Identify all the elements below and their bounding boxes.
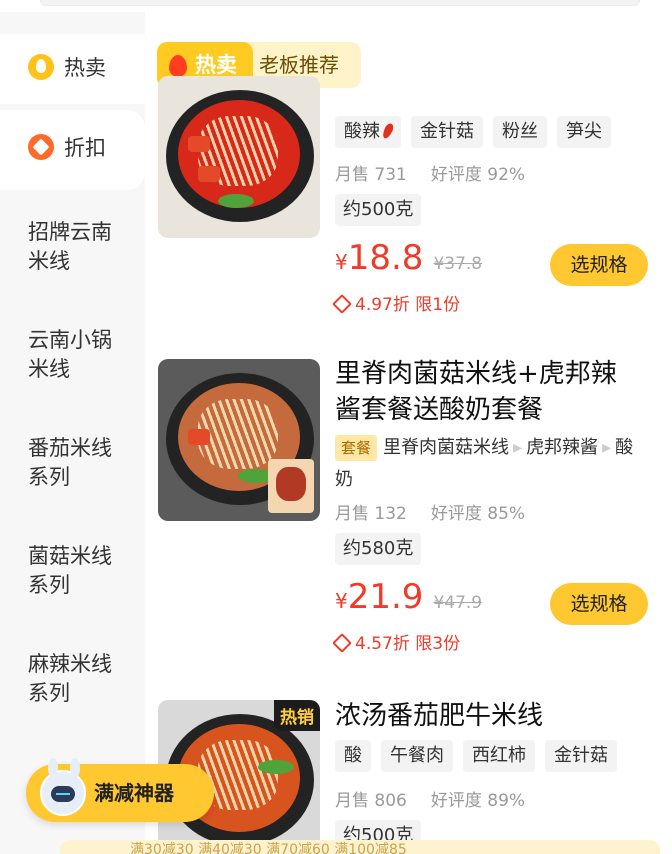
sidebar-item-label: 麻辣米线系列 <box>28 652 112 705</box>
price: ¥21.9 ¥47.9 <box>335 577 483 617</box>
promo-strip[interactable]: 满30减30 满40减30 满70减60 满100减85 <box>60 840 660 854</box>
tag: 酸 <box>335 740 371 772</box>
sidebar-item-small-pot[interactable]: 云南小锅米线 <box>0 326 120 384</box>
tag: 笋尖 <box>557 116 611 148</box>
discount-helper-button[interactable]: 满减神器 <box>26 758 214 822</box>
sidebar-item-discount[interactable]: 折扣 <box>0 110 145 190</box>
rating: 好评度 92% <box>430 165 526 185</box>
combo-badge: 套餐 <box>335 435 378 461</box>
product-image[interactable] <box>158 76 320 238</box>
sidebar-item-tomato[interactable]: 番茄米线系列 <box>0 434 120 492</box>
sidebar-item-label: 热卖 <box>64 56 106 80</box>
product-tags: 酸辣 金针菇 粉丝 笋尖 <box>335 116 611 148</box>
rating: 好评度 85% <box>430 504 526 524</box>
sidebar-item-hot[interactable]: 热卖 <box>0 34 145 104</box>
discount-tag-icon <box>332 294 352 314</box>
tag: 酸辣 <box>335 116 401 148</box>
original-price: ¥37.8 <box>433 254 483 274</box>
rating: 好评度 89% <box>430 791 526 811</box>
weight-badge: 约580克 <box>335 533 422 565</box>
tag: 西红柿 <box>463 740 535 772</box>
monthly-sales: 月售 132 <box>335 504 407 524</box>
sidebar-item-spicy[interactable]: 麻辣米线系列 <box>0 650 120 708</box>
weight-badge: 约500克 <box>335 194 422 226</box>
robot-mascot-icon <box>40 758 86 816</box>
chili-icon <box>380 122 396 140</box>
select-spec-button[interactable]: 选规格 <box>550 244 648 286</box>
fire-icon <box>28 54 54 80</box>
combo-items: 套餐 里脊肉菌菇米线 ▸ 虎邦辣酱 ▸ 酸奶 <box>335 435 634 490</box>
select-spec-button[interactable]: 选规格 <box>550 583 648 625</box>
discount-tag-icon <box>28 134 54 160</box>
sidebar-item-signature[interactable]: 招牌云南米线 <box>0 218 120 276</box>
product-title[interactable]: 里脊肉菌菇米线+虎邦辣酱套餐送酸奶套餐 <box>335 356 635 428</box>
monthly-sales: 月售 806 <box>335 791 407 811</box>
product-stats: 月售 806 好评度 89% <box>335 786 525 811</box>
discount-tag-icon <box>332 633 352 653</box>
sidebar-item-label: 菌菇米线系列 <box>28 544 112 597</box>
original-price: ¥47.9 <box>433 593 483 613</box>
price: ¥18.8 ¥37.8 <box>335 238 483 278</box>
product-title[interactable]: 浓汤番茄肥牛米线 <box>335 698 635 734</box>
tag: 粉丝 <box>493 116 547 148</box>
flame-icon <box>169 55 187 77</box>
sidebar-item-label: 番茄米线系列 <box>28 436 112 489</box>
brand-sauce-image <box>268 459 314 513</box>
sidebar-item-mushroom[interactable]: 菌菇米线系列 <box>0 542 120 600</box>
category-sidebar: 热卖 折扣 招牌云南米线 云南小锅米线 番茄米线系列 菌菇米线系列 麻辣米线系列 <box>0 12 145 854</box>
product-list: 热卖 老板推荐 酸辣 金针菇 粉丝 笋尖 月售 731 好评度 92% 约500克… <box>145 12 672 854</box>
hot-sale-badge: 热销 <box>274 700 320 731</box>
tag: 午餐肉 <box>381 740 453 772</box>
product-tags: 酸 午餐肉 西红柿 金针菇 <box>335 740 617 772</box>
tag: 金针菇 <box>545 740 617 772</box>
discount-helper-label: 满减神器 <box>94 781 174 805</box>
sidebar-item-label: 云南小锅米线 <box>28 328 112 381</box>
discount-label: 4.97折 限1份 <box>332 290 460 315</box>
monthly-sales: 月售 731 <box>335 165 407 185</box>
discount-label: 4.57折 限3份 <box>332 629 460 654</box>
tag: 金针菇 <box>411 116 483 148</box>
sidebar-item-label: 招牌云南米线 <box>28 220 112 273</box>
sidebar-item-label: 折扣 <box>64 136 106 160</box>
product-image[interactable] <box>158 359 320 521</box>
product-stats: 月售 132 好评度 85% <box>335 499 525 524</box>
top-cut-strip <box>0 0 672 12</box>
product-stats: 月售 731 好评度 92% <box>335 160 525 185</box>
